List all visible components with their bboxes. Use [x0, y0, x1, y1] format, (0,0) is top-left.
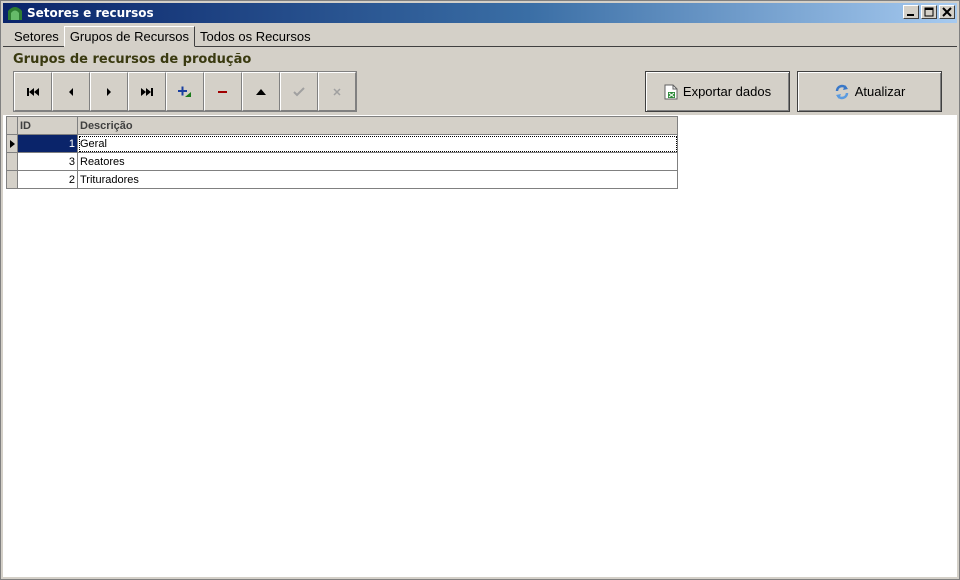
first-icon: [27, 87, 39, 96]
insert-icon: [178, 86, 191, 97]
row-indicator[interactable]: [6, 170, 18, 189]
current-row-arrow-icon: [10, 140, 15, 148]
prior-record-button[interactable]: [52, 72, 90, 111]
post-icon: [293, 86, 305, 96]
refresh-button[interactable]: Atualizar: [797, 71, 942, 112]
grid-area: ID Descrição 1 Geral 3 Reatores 2 Tritur…: [3, 115, 957, 577]
maximize-button[interactable]: [921, 5, 937, 19]
window-title: Setores e recursos: [27, 6, 154, 20]
cell-id[interactable]: 3: [17, 152, 78, 171]
grid-header-row: ID Descrição: [6, 116, 678, 135]
cell-id[interactable]: 1: [17, 134, 78, 153]
row-indicator[interactable]: [6, 152, 18, 171]
cell-descricao[interactable]: Trituradores: [77, 170, 678, 189]
section-title: Grupos de recursos de produção: [13, 52, 252, 67]
table-row[interactable]: 1 Geral: [6, 134, 678, 153]
export-data-button[interactable]: Exportar dados: [645, 71, 790, 112]
column-header-descricao[interactable]: Descrição: [77, 116, 678, 135]
db-navigator: [13, 71, 357, 112]
cell-descricao[interactable]: Reatores: [77, 152, 678, 171]
insert-record-button[interactable]: [166, 72, 204, 111]
last-record-button[interactable]: [128, 72, 166, 111]
minimize-icon: [907, 14, 914, 16]
table-row[interactable]: 2 Trituradores: [6, 170, 678, 189]
title-bar[interactable]: Setores e recursos: [3, 3, 957, 23]
maximize-icon: [924, 7, 934, 17]
cancel-record-button[interactable]: [318, 72, 356, 111]
refresh-icon: [835, 84, 848, 99]
tab-setores[interactable]: Setores: [9, 27, 64, 47]
column-header-id[interactable]: ID: [17, 116, 78, 135]
export-data-label: Exportar dados: [682, 84, 772, 99]
next-icon: [107, 87, 111, 96]
tab-strip: Setores Grupos de Recursos Todos os Recu…: [9, 26, 316, 47]
next-record-button[interactable]: [90, 72, 128, 111]
close-button[interactable]: [939, 5, 955, 19]
cell-descricao[interactable]: Geral: [77, 134, 678, 153]
delete-icon: [218, 90, 227, 93]
edit-record-button[interactable]: [242, 72, 280, 111]
app-icon: [7, 5, 23, 21]
post-record-button[interactable]: [280, 72, 318, 111]
cell-id[interactable]: 2: [17, 170, 78, 189]
tab-grupos-de-recursos[interactable]: Grupos de Recursos: [63, 26, 196, 47]
first-record-button[interactable]: [14, 72, 52, 111]
resource-groups-grid: ID Descrição 1 Geral 3 Reatores 2 Tritur…: [6, 116, 678, 189]
prior-icon: [69, 87, 73, 96]
close-icon: [942, 7, 952, 17]
minimize-button[interactable]: [903, 5, 919, 19]
refresh-label: Atualizar: [854, 84, 906, 99]
export-icon: [664, 84, 678, 99]
window-controls: [903, 5, 955, 19]
cancel-icon: [333, 87, 341, 96]
edit-icon: [256, 88, 266, 95]
last-icon: [141, 87, 153, 96]
header-indicator-cell: [6, 116, 18, 135]
tab-todos-os-recursos[interactable]: Todos os Recursos: [195, 27, 316, 47]
row-indicator[interactable]: [6, 134, 18, 153]
delete-record-button[interactable]: [204, 72, 242, 111]
table-row[interactable]: 3 Reatores: [6, 152, 678, 171]
main-window: Setores e recursos Setores Grupos de Rec…: [0, 0, 960, 580]
